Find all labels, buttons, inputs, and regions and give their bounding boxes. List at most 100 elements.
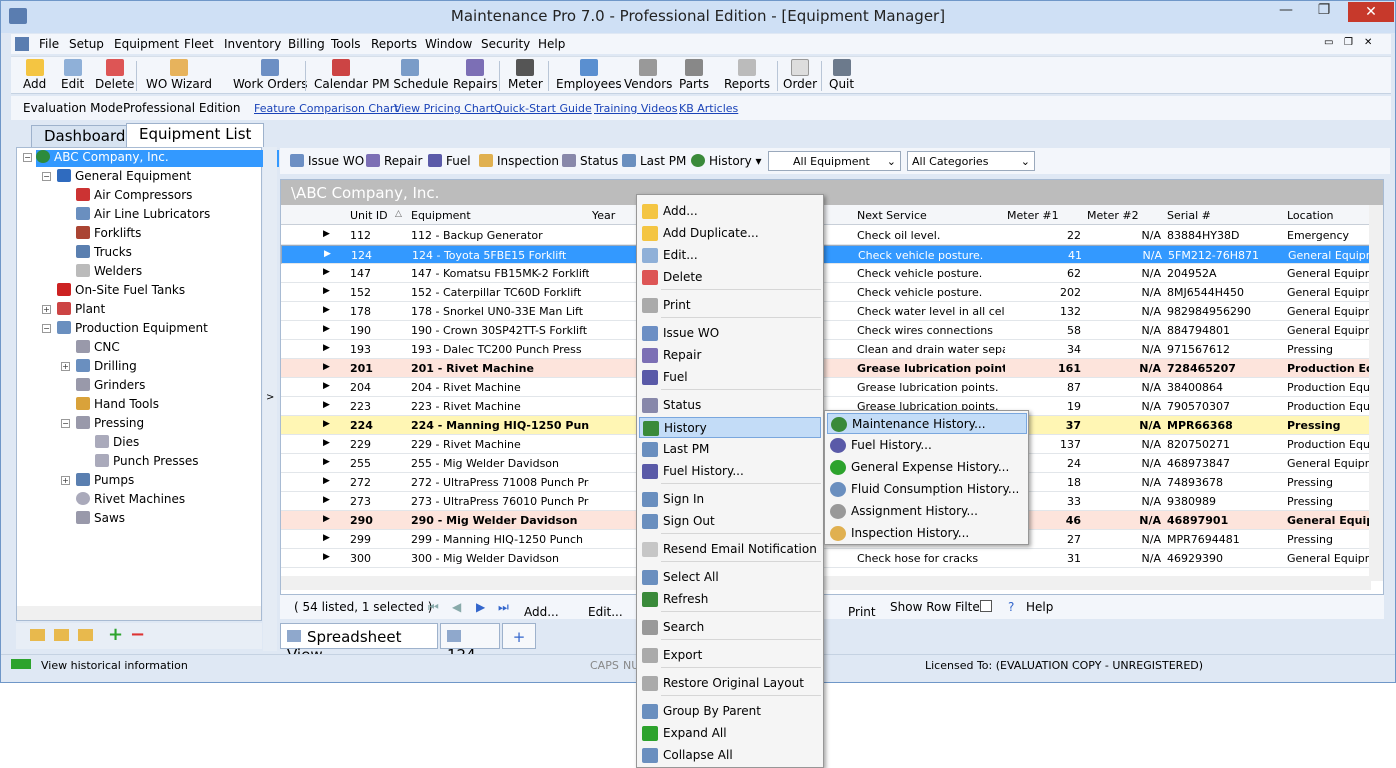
col-year[interactable]: Year (592, 209, 615, 222)
work-orders-button[interactable]: Work Orders (233, 59, 308, 91)
mdi-close-icon[interactable]: ✕ (1364, 37, 1372, 48)
context-item-edit[interactable]: Edit... (639, 245, 821, 266)
tree-expand-icon[interactable]: + (61, 362, 70, 371)
feature-comparison-link[interactable]: Feature Comparison Chart (254, 102, 399, 115)
tree-node-production-equipment[interactable]: Production Equipment (57, 321, 208, 338)
col-next-service[interactable]: Next Service (857, 209, 927, 222)
context-item-select-all[interactable]: Select All (639, 567, 821, 588)
add-icon[interactable]: + (108, 624, 123, 645)
expand-row-icon[interactable]: ▶ (323, 514, 330, 524)
tree-node-punch-presses[interactable]: Punch Presses (95, 454, 198, 471)
tree-expand-icon[interactable]: + (61, 476, 70, 485)
table-row[interactable]: 190 190 - Crown 30SP42TT-S Forklift Check … (281, 321, 1383, 340)
menu-equipment[interactable]: Equipment (114, 37, 179, 51)
fuel-button[interactable]: Fuel (428, 154, 471, 168)
status-button[interactable]: Status (562, 154, 618, 168)
wo-wizard-button[interactable]: WO Wizard (146, 59, 212, 91)
menu-security[interactable]: Security (481, 37, 530, 51)
repairs-button[interactable]: Repairs (453, 59, 498, 91)
tree-expand-icon[interactable]: + (42, 305, 51, 314)
new-tab-button[interactable]: + (502, 623, 536, 649)
training-videos-link[interactable]: Training Videos (594, 102, 677, 115)
tree-node-general-equipment[interactable]: General Equipment (57, 169, 191, 186)
tree-node-pressing[interactable]: Pressing (76, 416, 144, 433)
delete-folder-icon[interactable] (78, 629, 93, 641)
table-row[interactable]: 300 300 - Mig Welder Davidson Check hose f… (281, 549, 1383, 568)
tree-collapse-icon[interactable]: − (42, 324, 51, 333)
table-row[interactable]: 124 124 - Toyota 5FBE15 Forklift Check veh… (281, 245, 1383, 264)
last-pm-button[interactable]: Last PM (622, 154, 686, 168)
grid-vscroll[interactable] (1369, 205, 1383, 581)
tree-node-dies[interactable]: Dies (95, 435, 139, 452)
help-button[interactable]: Help (1026, 600, 1053, 614)
expand-row-icon[interactable]: ▶ (323, 400, 330, 410)
tree-node-grinders[interactable]: Grinders (76, 378, 145, 395)
expand-row-icon[interactable]: ▶ (323, 476, 330, 486)
expand-row-icon[interactable]: ▶ (323, 324, 330, 334)
menu-setup[interactable]: Setup (69, 37, 104, 51)
table-row[interactable]: 201 201 - Rivet Machine Grease lubrication… (281, 359, 1383, 378)
col-meter1[interactable]: Meter #1 (1007, 209, 1059, 222)
submenu-item-fuel-history[interactable]: Fuel History... (827, 435, 1027, 456)
expand-row-icon[interactable]: ▶ (323, 286, 330, 296)
tree-node-abc-company[interactable]: ABC Company, Inc. (36, 150, 279, 167)
help-icon[interactable]: ? (1008, 600, 1014, 614)
pm-schedule-button[interactable]: PM Schedule (372, 59, 449, 91)
employees-button[interactable]: Employees (556, 59, 622, 91)
tree-collapse-icon[interactable]: − (61, 419, 70, 428)
quickstart-link[interactable]: Quick-Start Guide (494, 102, 592, 115)
context-item-print[interactable]: Print (639, 295, 821, 316)
menu-help[interactable]: Help (538, 37, 565, 51)
maximize-icon[interactable]: ❐ (1309, 2, 1339, 26)
context-item-issue-wo[interactable]: Issue WO (639, 323, 821, 344)
tree-collapse-icon[interactable]: − (42, 172, 51, 181)
equipment-filter-select[interactable]: All Equipment ⌄ (768, 151, 901, 171)
tree-node-cnc[interactable]: CNC (76, 340, 120, 357)
menu-window[interactable]: Window (425, 37, 472, 51)
parts-button[interactable]: Parts (679, 59, 709, 91)
menu-inventory[interactable]: Inventory (224, 37, 281, 51)
menu-fleet[interactable]: Fleet (184, 37, 214, 51)
context-item-history[interactable]: History (639, 417, 821, 438)
col-unit-id[interactable]: Unit ID (350, 209, 388, 222)
add-button[interactable]: Add (23, 59, 46, 91)
table-row[interactable]: 204 204 - Rivet Machine Grease lubrication… (281, 378, 1383, 397)
category-filter-select[interactable]: All Categories ⌄ (907, 151, 1035, 171)
tree-node-forklifts[interactable]: Forklifts (76, 226, 141, 243)
context-item-sign-out[interactable]: Sign Out (639, 511, 821, 532)
pricing-link[interactable]: View Pricing Chart (394, 102, 494, 115)
grid-hscroll[interactable] (281, 576, 1371, 590)
tab-unit-124[interactable]: 124 (440, 623, 500, 664)
expand-row-icon[interactable]: ▶ (323, 419, 330, 429)
history-button[interactable]: History ▾ (691, 154, 762, 168)
splitter[interactable]: > (263, 147, 277, 651)
expand-row-icon[interactable]: ▶ (323, 552, 330, 562)
quit-button[interactable]: Quit (829, 59, 854, 91)
menu-billing[interactable]: Billing (288, 37, 325, 51)
context-item-last-pm[interactable]: Last PM (639, 439, 821, 460)
edit-button[interactable]: Edit (61, 59, 84, 91)
tree-node-rivet-machines[interactable]: Rivet Machines (76, 492, 185, 509)
first-record-icon[interactable]: ⏮ (428, 600, 439, 615)
submenu-item-assignment-history[interactable]: Assignment History... (827, 501, 1027, 522)
tree-node-air-line-lubricators[interactable]: Air Line Lubricators (76, 207, 210, 224)
chevron-right-icon[interactable]: > (266, 392, 274, 403)
menu-reports[interactable]: Reports (371, 37, 417, 51)
tree-collapse-icon[interactable]: − (23, 153, 32, 162)
delete-button[interactable]: Delete (95, 59, 134, 91)
close-icon[interactable]: ✕ (1348, 2, 1394, 22)
table-row[interactable]: 178 178 - Snorkel UN0-33E Man Lift Check w… (281, 302, 1383, 321)
expand-row-icon[interactable]: ▶ (323, 495, 330, 505)
minimize-icon[interactable]: — (1271, 2, 1301, 26)
expand-row-icon[interactable]: ▶ (323, 267, 330, 277)
col-equipment[interactable]: Equipment (411, 209, 471, 222)
edit-folder-icon[interactable] (54, 629, 69, 641)
next-record-icon[interactable]: ▶ (476, 600, 485, 614)
tab-dashboard[interactable]: Dashboard (31, 125, 139, 147)
submenu-item-general-expense-history[interactable]: General Expense History... (827, 457, 1027, 478)
expand-row-icon[interactable]: ▶ (323, 457, 330, 467)
submenu-item-inspection-history[interactable]: Inspection History... (827, 523, 1027, 544)
table-row[interactable]: 147 147 - Komatsu FB15MK-2 Forklift Check … (281, 264, 1383, 283)
table-row[interactable]: 112 112 - Backup Generator Check oil level… (281, 226, 1383, 245)
context-item-add[interactable]: Add... (639, 201, 821, 222)
